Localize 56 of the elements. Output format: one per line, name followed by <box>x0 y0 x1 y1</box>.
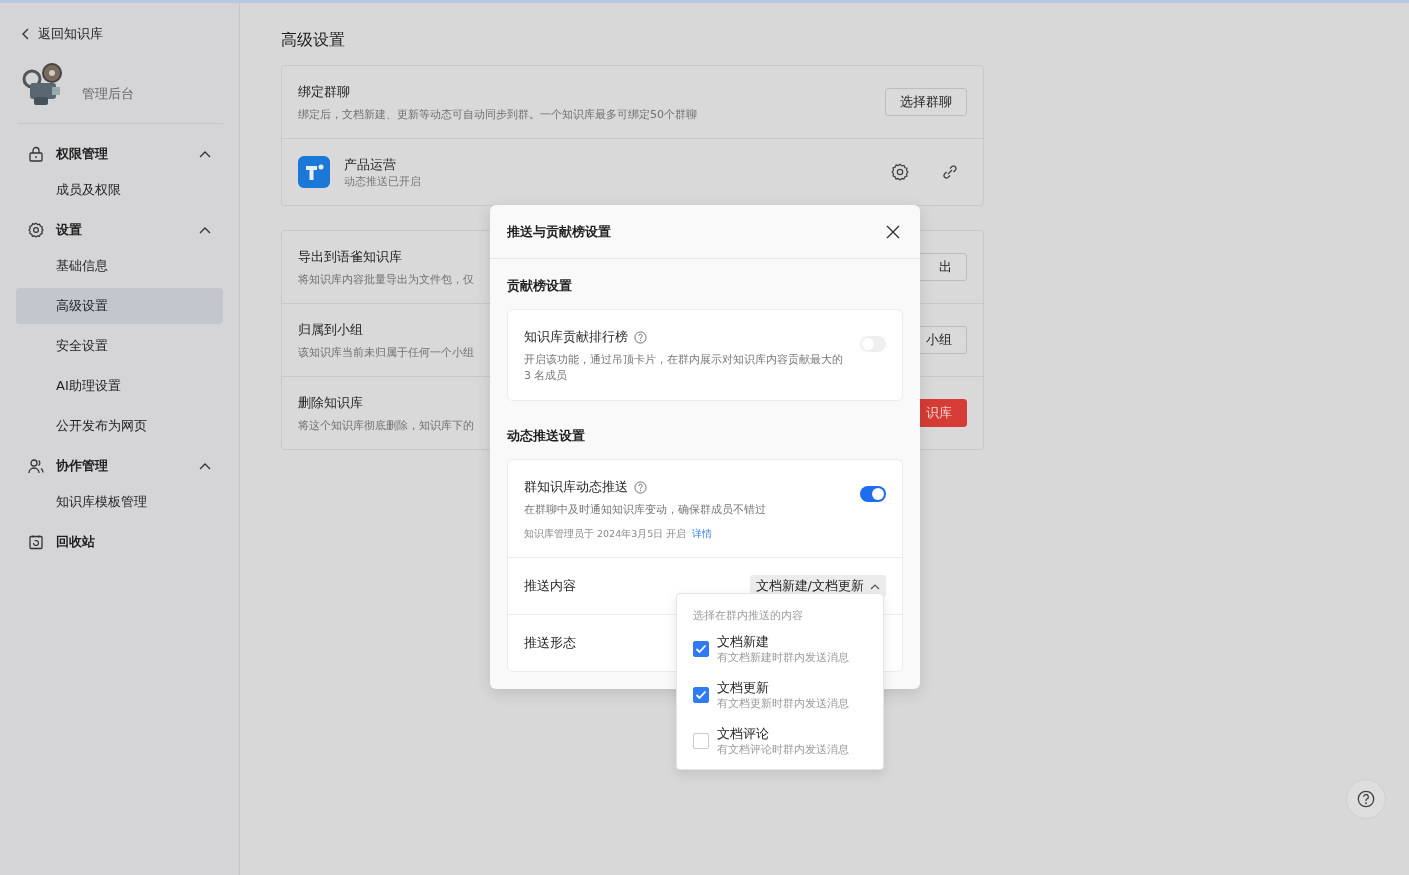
section-heading: 贡献榜设置 <box>507 277 573 295</box>
dialog-title: 推送与贡献榜设置 <box>507 222 611 241</box>
toggle-switch[interactable] <box>860 486 886 502</box>
sidebar-section[interactable]: 设置 <box>16 212 223 248</box>
settings-icon[interactable] <box>891 163 909 181</box>
card-title: 绑定群聊 <box>298 82 350 101</box>
app-logo-icon <box>298 156 330 188</box>
sidebar-section[interactable]: 回收站 <box>16 524 223 560</box>
checkbox[interactable] <box>693 687 709 703</box>
bin-icon <box>28 534 44 550</box>
row-label: 推送形态 <box>524 634 576 652</box>
sidebar-item[interactable]: AI助理设置 <box>16 368 223 404</box>
back-link[interactable]: 返回知识库 <box>20 25 103 43</box>
setting-description: 在群聊中及时通知知识库变动，确保群成员不错过 <box>524 502 767 518</box>
setting-title: 知识库贡献排行榜 <box>524 328 628 346</box>
sidebar-item[interactable]: 安全设置 <box>16 328 223 364</box>
dropdown-option[interactable]: 文档更新 有文档更新时群内发送消息 <box>693 679 867 711</box>
sidebar-item[interactable]: 高级设置 <box>16 288 223 324</box>
card-title: 归属到小组 <box>298 320 363 339</box>
card-description: 将这个知识库彻底删除，知识库下的 <box>298 417 474 433</box>
checkbox[interactable] <box>693 733 709 749</box>
select-group-button[interactable]: 选择群聊 <box>885 88 967 116</box>
sidebar-item[interactable]: 知识库模板管理 <box>16 484 223 520</box>
card-title: 删除知识库 <box>298 393 363 412</box>
checkbox[interactable] <box>693 641 709 657</box>
card-description: 绑定后，文档新建、更新等动态可自动同步到群。一个知识库最多可绑定50个群聊 <box>298 106 697 122</box>
sidebar-section[interactable]: 协作管理 <box>16 448 223 484</box>
dropdown-header: 选择在群内推送的内容 <box>693 608 804 623</box>
sidebar-section[interactable]: 权限管理 <box>16 136 223 172</box>
workspace-subtitle: 管理后台 <box>82 85 134 103</box>
sidebar-item[interactable]: 公开发布为网页 <box>16 408 223 444</box>
dropdown-option[interactable]: 文档新建 有文档新建时群内发送消息 <box>693 633 867 665</box>
section-heading: 动态推送设置 <box>507 427 586 445</box>
help-button[interactable] <box>1346 779 1386 819</box>
dropdown-option[interactable]: 文档评论 有文档评论时群内发送消息 <box>693 725 867 757</box>
sidebar-item[interactable]: 成员及权限 <box>16 172 223 208</box>
people-icon <box>28 458 44 474</box>
row-label: 推送内容 <box>524 577 576 595</box>
unlink-icon[interactable] <box>941 163 959 181</box>
setting-title: 群知识库动态推送 <box>524 478 628 496</box>
help-icon[interactable] <box>634 480 647 494</box>
card-title: 导出到语雀知识库 <box>298 247 402 266</box>
settings-icon <box>28 222 44 238</box>
setting-description: 开启该功能，通过吊顶卡片，在群内展示对知识库内容贡献最大的 3 名成员 <box>524 352 844 384</box>
help-icon <box>1357 790 1375 808</box>
page-title: 高级设置 <box>281 30 346 51</box>
enabled-info: 知识库管理员于 2024年3月5日 开启 <box>524 528 687 541</box>
group-status: 动态推送已开启 <box>344 173 422 189</box>
sidebar-item[interactable]: 基础信息 <box>16 248 223 284</box>
help-icon[interactable] <box>634 330 647 344</box>
close-icon[interactable] <box>886 224 900 239</box>
lock-icon <box>28 146 44 162</box>
group-name: 产品运营 <box>344 155 397 174</box>
card-description: 该知识库当前未归属于任何一个小组 <box>298 344 474 360</box>
card-description: 将知识库内容批量导出为文件包，仅 <box>298 271 474 287</box>
details-link[interactable]: 详情 <box>692 528 713 541</box>
